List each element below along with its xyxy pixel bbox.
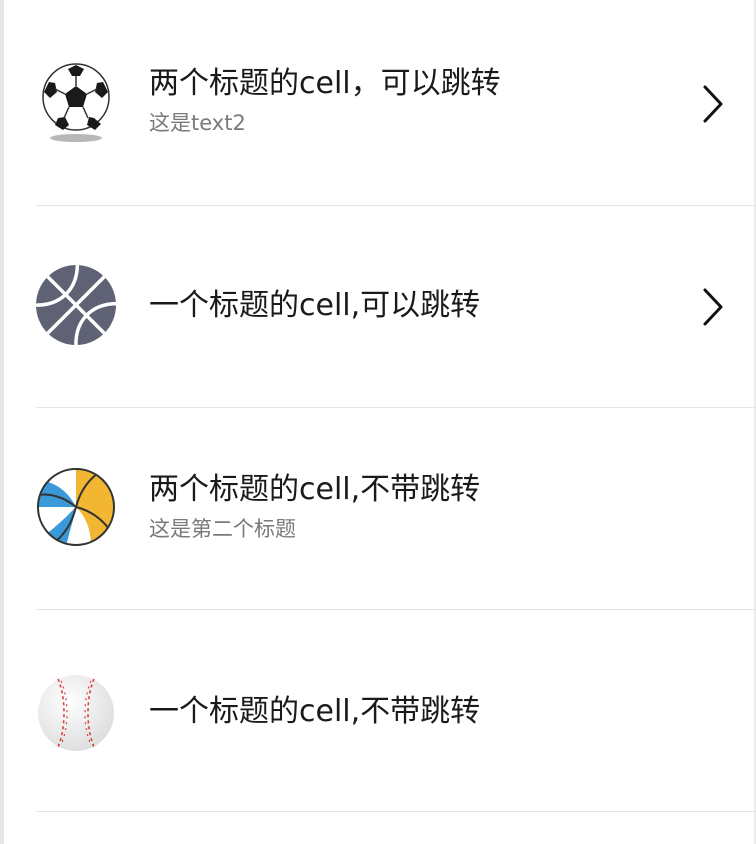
list-cell-3[interactable]: 两个标题的cell,不带跳转 这是第二个标题 bbox=[36, 408, 756, 610]
list-cell-1[interactable]: 两个标题的cell，可以跳转 这是text2 bbox=[36, 0, 756, 206]
basketball-icon bbox=[36, 265, 116, 345]
baseball-icon bbox=[36, 673, 116, 753]
cell-title: 两个标题的cell,不带跳转 bbox=[149, 472, 481, 507]
cell-3-texts: 两个标题的cell,不带跳转 这是第二个标题 bbox=[149, 472, 480, 542]
chevron-right-icon[interactable] bbox=[700, 84, 726, 124]
cell-list-page: 两个标题的cell，可以跳转 这是text2 一个标题的cell,可以跳转 两个… bbox=[0, 0, 756, 844]
volleyball-icon bbox=[36, 467, 116, 547]
cell-subtitle: 这是第二个标题 bbox=[149, 517, 296, 541]
cell-title: 两个标题的cell，可以跳转 bbox=[149, 66, 501, 101]
chevron-right-icon[interactable] bbox=[700, 287, 726, 327]
cell-2-texts: 一个标题的cell,可以跳转 bbox=[149, 288, 480, 324]
cell-subtitle: 这是text2 bbox=[149, 111, 246, 135]
list-cell-2[interactable]: 一个标题的cell,可以跳转 bbox=[36, 206, 756, 408]
cell-title: 一个标题的cell,不带跳转 bbox=[149, 694, 481, 729]
left-edge-bar bbox=[0, 0, 4, 844]
cell-1-texts: 两个标题的cell，可以跳转 这是text2 bbox=[149, 66, 501, 136]
list-cell-4[interactable]: 一个标题的cell,不带跳转 bbox=[36, 610, 756, 812]
soccer-ball-icon bbox=[40, 62, 116, 142]
cell-title: 一个标题的cell,可以跳转 bbox=[149, 288, 481, 323]
cell-4-texts: 一个标题的cell,不带跳转 bbox=[149, 694, 480, 730]
